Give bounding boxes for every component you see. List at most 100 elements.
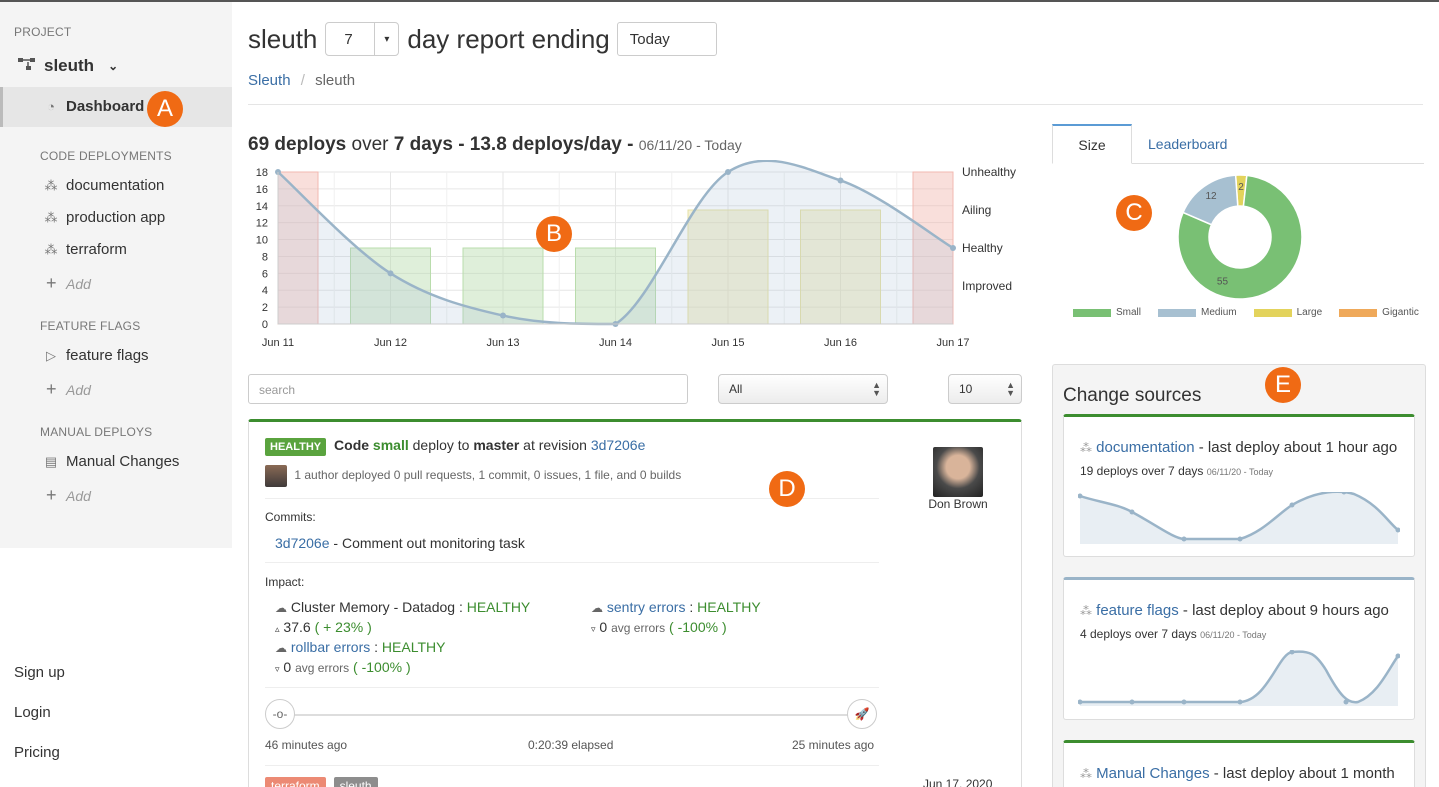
- deploy-text-2: at revision: [523, 437, 587, 453]
- project-tree-icon: [18, 56, 36, 76]
- cloud-icon: ☁: [275, 641, 287, 655]
- tab-leaderboard[interactable]: Leaderboard: [1148, 124, 1227, 164]
- impact-colon: :: [374, 639, 379, 655]
- impact-unit: avg errors: [611, 621, 666, 635]
- sidebar-item-manual-changes[interactable]: ▤ Manual Changes: [44, 453, 180, 470]
- feature-flags-label: FEATURE FLAGS: [40, 319, 141, 333]
- plus-icon: +: [45, 273, 57, 293]
- author-name: Don Brown: [928, 497, 988, 511]
- deploy-text-1: deploy to: [412, 437, 470, 453]
- donut-legend: Small Medium Large Gigantic: [1073, 307, 1419, 318]
- chart-tabs: Size Leaderboard: [1052, 124, 1424, 164]
- title-over: over: [351, 134, 389, 155]
- source-heading: ⁂ Manual Changes - last deploy about 1 m…: [1080, 765, 1410, 787]
- add-label: Add: [66, 381, 91, 398]
- commits-label: Commits:: [265, 510, 316, 524]
- impact-name: Cluster Memory - Datadog: [290, 599, 456, 615]
- tab-size[interactable]: Size: [1052, 124, 1132, 164]
- impact-status: HEALTHY: [697, 599, 761, 615]
- breadcrumb: Sleuth / sleuth: [248, 72, 355, 89]
- plus-icon: +: [45, 379, 57, 399]
- annotation-b: B: [536, 216, 572, 252]
- x-tick-label: Jun 15: [711, 337, 744, 349]
- impact-link[interactable]: sentry errors: [607, 599, 686, 615]
- sidebar-item-terraform[interactable]: ⁂ terraform: [44, 241, 127, 258]
- x-tick-label: Jun 13: [486, 337, 519, 349]
- project-name: sleuth: [44, 56, 95, 75]
- x-tick-label: Jun 16: [824, 337, 857, 349]
- y-tick-label: 8: [262, 251, 268, 263]
- source-card-documentation: ⁂ documentation - last deploy about 1 ho…: [1063, 414, 1415, 557]
- sidebar-item-label: terraform: [66, 241, 127, 258]
- source-link[interactable]: documentation: [1096, 439, 1194, 456]
- deploy-days: 7 days: [393, 134, 453, 155]
- legend-medium: Medium: [1201, 307, 1237, 318]
- rocket-icon: 🚀: [847, 699, 877, 729]
- next-deploy-tags: terraform sleuth: [265, 777, 382, 787]
- source-link[interactable]: Manual Changes: [1096, 765, 1209, 782]
- chevron-down-icon: ⌄: [108, 59, 119, 73]
- header-middle: day report ending: [407, 23, 610, 54]
- commit-sha-link[interactable]: 3d7206e: [275, 535, 330, 551]
- project-switcher[interactable]: sleuth ⌄: [18, 56, 118, 76]
- revision-link[interactable]: 3d7206e: [591, 437, 646, 453]
- impact-change: ( -100% ): [353, 659, 411, 675]
- status-badge: HEALTHY: [265, 438, 327, 456]
- divider: [265, 765, 879, 766]
- caret-down-icon: ▾: [374, 23, 398, 55]
- sidebar-item-production-app[interactable]: ⁂ production app: [44, 209, 166, 226]
- x-tick-label: Jun 17: [936, 337, 969, 349]
- code-deployments-label: CODE DEPLOYMENTS: [40, 149, 172, 163]
- cloud-icon: ☁: [591, 601, 603, 615]
- add-code-deployment-button[interactable]: + Add: [44, 273, 91, 294]
- legend-gigantic: Gigantic: [1382, 307, 1419, 318]
- login-link[interactable]: Login: [14, 704, 51, 721]
- add-label: Add: [66, 275, 91, 292]
- deploy-summary: 1 author deployed 0 pull requests, 1 com…: [265, 465, 681, 487]
- type-filter-value: All: [729, 382, 743, 396]
- source-stats: 4 deploys over 7 days 06/11/20 - Today: [1080, 627, 1266, 641]
- type-filter-select[interactable]: All ▲ ▼: [718, 374, 888, 404]
- impact-rollbar-value: ▿ 0 avg errors ( -100% ): [275, 659, 411, 675]
- search-input[interactable]: search: [248, 374, 688, 404]
- donut-value-label: 55: [1217, 277, 1229, 288]
- server-icon: ▤: [44, 453, 58, 469]
- impact-link[interactable]: rollbar errors: [291, 639, 370, 655]
- tag-terraform[interactable]: terraform: [265, 777, 326, 787]
- sidebar-item-label: production app: [66, 209, 166, 226]
- days-value: 7: [344, 30, 353, 48]
- impact-colon: :: [689, 599, 694, 615]
- project-label: PROJECT: [14, 25, 72, 39]
- breadcrumb-current: sleuth: [315, 72, 356, 89]
- caret-down-icon: ▿: [275, 664, 280, 674]
- source-last-deploy: - last deploy about 1 hour ago: [1198, 439, 1398, 456]
- source-link[interactable]: feature flags: [1096, 602, 1179, 619]
- sidebar-item-feature-flags[interactable]: ▷ feature flags: [44, 347, 149, 364]
- add-manual-deploy-button[interactable]: + Add: [44, 485, 91, 506]
- sign-up-link[interactable]: Sign up: [14, 664, 65, 681]
- line-point: [950, 245, 956, 251]
- days-select[interactable]: 7 ▾: [325, 22, 400, 56]
- impact-colon: :: [458, 599, 463, 615]
- timeline-end: 25 minutes ago: [792, 738, 875, 752]
- pricing-link[interactable]: Pricing: [14, 744, 60, 761]
- tag-sleuth[interactable]: sleuth: [333, 777, 378, 787]
- ending-date-input[interactable]: Today: [616, 22, 717, 56]
- impact-sentry: ☁ sentry errors : HEALTHY: [591, 599, 761, 615]
- source-count: 19 deploys over 7 days: [1080, 464, 1204, 478]
- impact-datadog: ☁ Cluster Memory - Datadog : HEALTHY: [275, 599, 530, 615]
- commit-row: 3d7206e - Comment out monitoring task: [275, 535, 525, 551]
- sidebar-item-dashboard-content[interactable]: ◔ Dashboard: [44, 98, 144, 115]
- source-range: 06/11/20 - Today: [1206, 467, 1273, 477]
- line-point: [500, 312, 506, 319]
- breadcrumb-root[interactable]: Sleuth: [248, 72, 291, 89]
- add-feature-flag-button[interactable]: + Add: [44, 379, 91, 400]
- impact-sentry-value: ▿ 0 avg errors ( -100% ): [591, 619, 727, 635]
- caret-down-icon: ▿: [591, 624, 596, 634]
- source-card-feature-flags: ⁂ feature flags - last deploy about 9 ho…: [1063, 577, 1415, 720]
- x-tick-label: Jun 12: [374, 337, 407, 349]
- x-tick-label: Jun 14: [599, 337, 632, 349]
- page-size-select[interactable]: 10 ▲ ▼: [948, 374, 1022, 404]
- source-card-manual-changes: ⁂ Manual Changes - last deploy about 1 m…: [1063, 740, 1415, 787]
- sidebar-item-documentation[interactable]: ⁂ documentation: [44, 177, 165, 194]
